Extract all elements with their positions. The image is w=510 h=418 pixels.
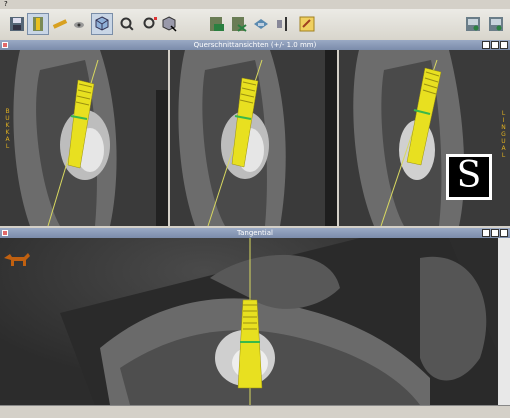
lingual-label: LINGUAL xyxy=(500,110,507,159)
window-title: ? xyxy=(4,0,8,8)
cube-select-icon[interactable] xyxy=(158,13,180,35)
panel-close-icon[interactable] xyxy=(2,230,8,236)
export-icon[interactable] xyxy=(206,13,228,35)
orientation-label-right: LINGUAL xyxy=(499,110,507,159)
tangential-view[interactable] xyxy=(0,238,510,405)
tangential-header: Tangential xyxy=(0,228,510,238)
window-b-icon[interactable] xyxy=(485,13,507,35)
maximize-panel-icon[interactable] xyxy=(500,229,508,237)
cross-section-header: Querschnittansichten (+/- 1.0 mm) xyxy=(0,40,510,50)
implant-tool-icon[interactable] xyxy=(27,13,49,35)
move-panel-icon[interactable] xyxy=(491,229,499,237)
panel-close-icon[interactable] xyxy=(2,42,8,48)
view-options-icon[interactable] xyxy=(482,229,490,237)
main-toolbar xyxy=(0,9,510,41)
cross-section-view-1[interactable]: BUKKAL xyxy=(0,50,168,226)
cube-rotate-icon[interactable] xyxy=(91,13,113,35)
panel-controls xyxy=(482,41,508,49)
orientation-dog-icon xyxy=(2,250,32,268)
maximize-panel-icon[interactable] xyxy=(500,41,508,49)
orientation-label-left: BUKKAL xyxy=(3,108,11,150)
logo-letter: S xyxy=(456,155,482,196)
report-icon[interactable] xyxy=(296,13,318,35)
settings-icon[interactable] xyxy=(250,13,272,35)
status-bar xyxy=(0,405,510,418)
cross-section-view-3[interactable]: S LINGUAL xyxy=(339,50,510,226)
zoom-icon[interactable] xyxy=(116,13,138,35)
window-a-icon[interactable] xyxy=(462,13,484,35)
eye-icon[interactable] xyxy=(68,13,90,35)
cross-section-view-2[interactable] xyxy=(170,50,337,226)
view-options-icon[interactable] xyxy=(482,41,490,49)
cross-section-title: Querschnittansichten (+/- 1.0 mm) xyxy=(193,41,317,49)
panel-controls xyxy=(482,229,508,237)
bukkal-label: BUKKAL xyxy=(4,108,11,150)
layers-icon[interactable] xyxy=(228,13,250,35)
move-panel-icon[interactable] xyxy=(491,41,499,49)
tangential-title: Tangential xyxy=(237,229,273,237)
save-icon[interactable] xyxy=(6,13,28,35)
window-title-bar: ? xyxy=(0,0,510,9)
compare-icon[interactable] xyxy=(272,13,294,35)
